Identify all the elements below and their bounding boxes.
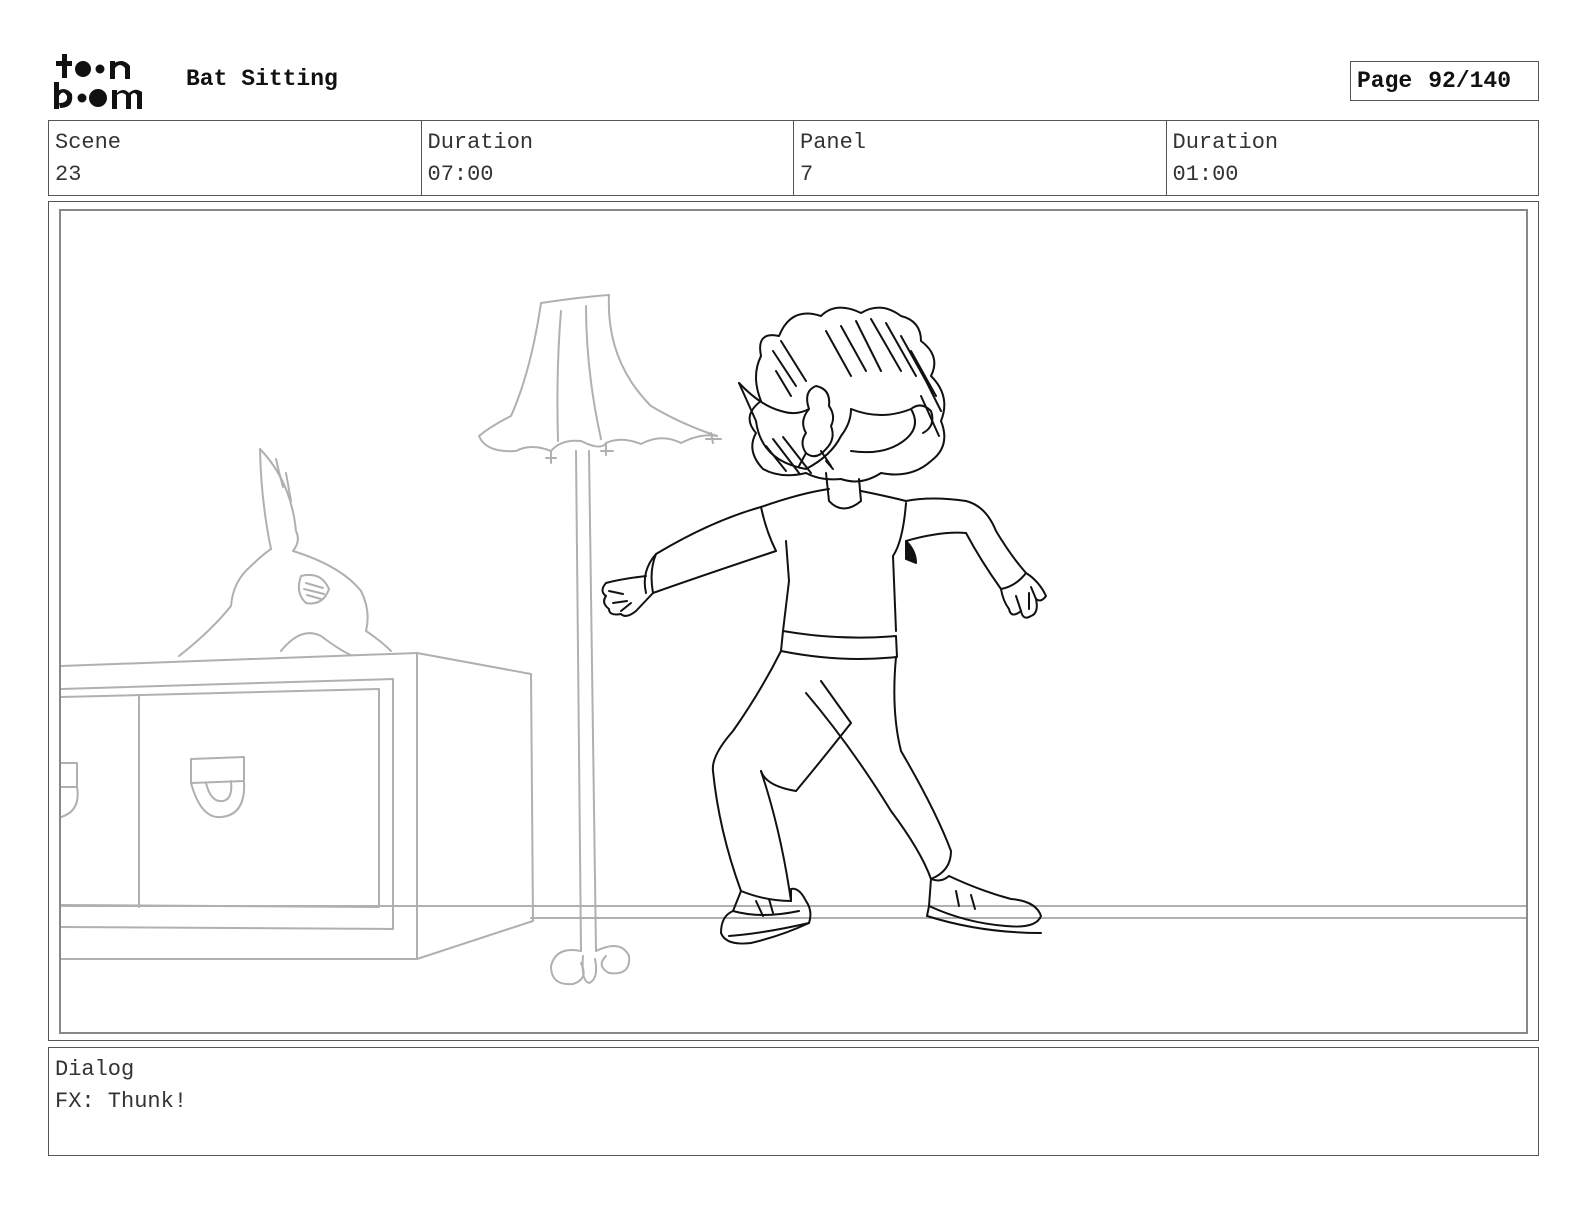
panel-value: 7 <box>800 162 814 187</box>
storyboard-panel <box>59 209 1528 1034</box>
dialog-text: FX: Thunk! <box>55 1089 188 1114</box>
background-sketch <box>61 294 1526 986</box>
scene-label: Scene <box>55 130 122 155</box>
scene-cell: Scene 23 <box>49 121 422 195</box>
page-value: 92/140 <box>1428 68 1512 94</box>
panel-sketch <box>61 294 1526 986</box>
panel-duration-value: 01:00 <box>1172 162 1239 187</box>
page-counter: Page 92/140 <box>1350 61 1539 101</box>
page-label: Page <box>1357 68 1413 94</box>
panel-duration-cell: Duration 01:00 <box>1167 121 1539 195</box>
project-title: Bat Sitting <box>186 66 338 92</box>
scene-duration-label: Duration <box>427 130 534 155</box>
panel-label: Panel <box>800 130 867 155</box>
dialog-box: Dialog FX: Thunk! <box>48 1047 1539 1156</box>
scene-duration-value: 07:00 <box>427 162 494 187</box>
scene-value: 23 <box>55 162 82 187</box>
panel-info-row: Scene 23 Duration 07:00 Panel 7 Duration… <box>48 120 1539 196</box>
dialog-label: Dialog <box>55 1057 135 1082</box>
panel-cell: Panel 7 <box>794 121 1167 195</box>
toon-boom-logo <box>54 54 142 109</box>
panel-duration-label: Duration <box>1172 130 1279 155</box>
character-sketch <box>601 306 1047 945</box>
scene-duration-cell: Duration 07:00 <box>422 121 794 195</box>
